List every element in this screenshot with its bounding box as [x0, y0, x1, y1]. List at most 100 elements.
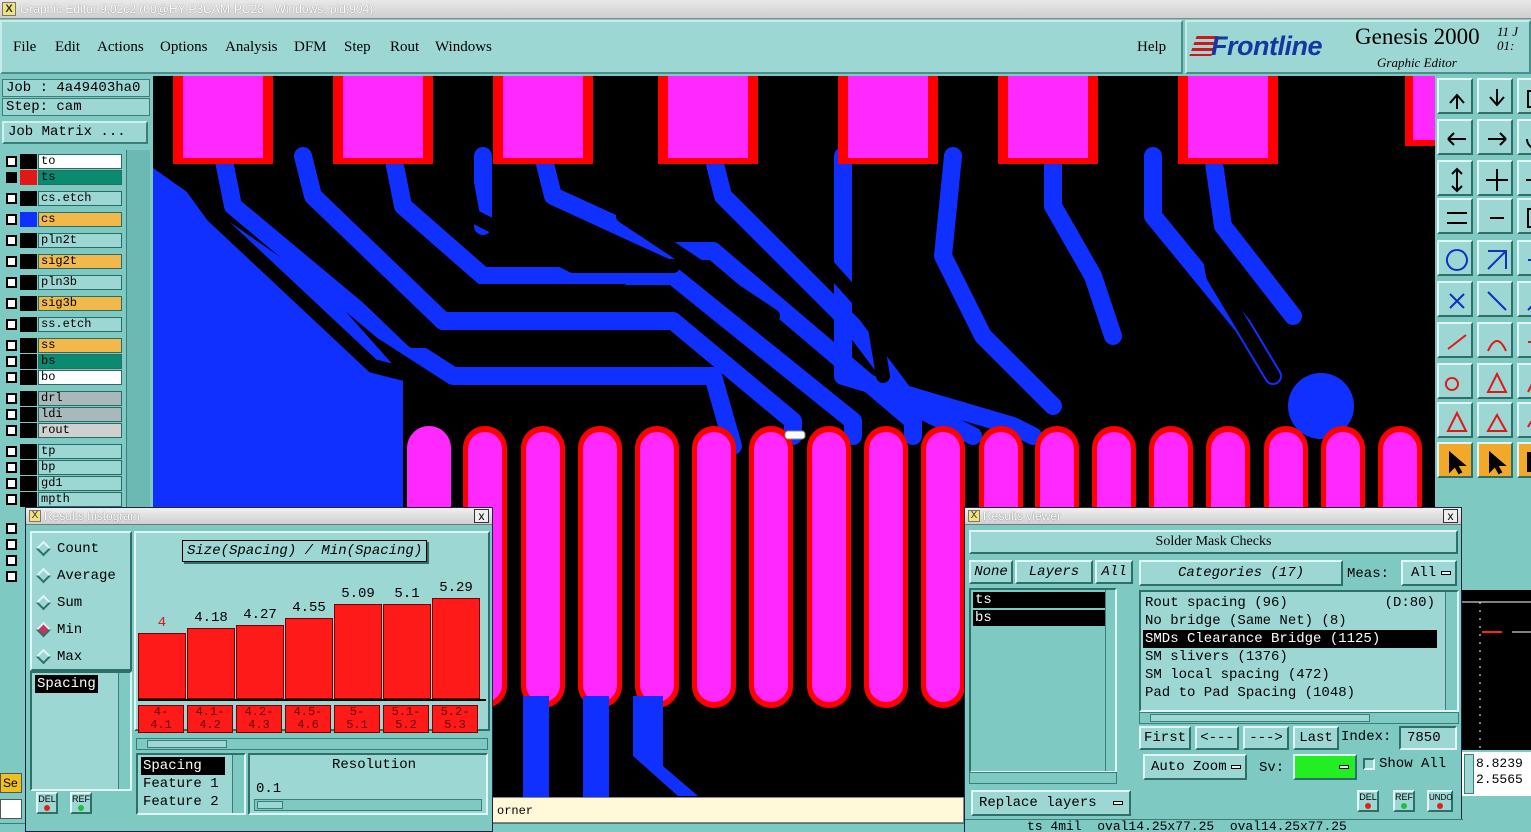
layer-color-swatch[interactable] [20, 275, 37, 290]
menu-windows[interactable]: Windows [435, 39, 492, 56]
layer-row-cs[interactable]: cs [4, 212, 122, 227]
layer-name[interactable]: ss [38, 338, 122, 353]
layer-checkbox[interactable] [6, 319, 17, 330]
layer-checkbox[interactable] [6, 340, 17, 351]
pan-right-icon[interactable] [1477, 119, 1513, 155]
feature-list[interactable]: Spacing Feature 1 Feature 2 [136, 753, 246, 815]
layer-name[interactable]: bp [38, 460, 122, 475]
snap-icon[interactable] [1477, 198, 1513, 234]
layer-row-sig2t[interactable]: sig2t [4, 254, 122, 269]
feature-item-1[interactable]: Feature 1 [143, 775, 219, 793]
category-item[interactable]: Pad to Pad Spacing (1048) [1143, 684, 1437, 702]
first-button[interactable]: First [1139, 726, 1191, 750]
pointer-icon[interactable] [1437, 442, 1473, 478]
all-button[interactable]: All [1095, 560, 1133, 584]
layer-name[interactable]: tp [38, 444, 122, 459]
layer-checkbox[interactable] [6, 523, 17, 534]
bin-label[interactable]: 5.2- 5.3 [432, 705, 478, 733]
fit-horizontal-icon[interactable] [1517, 160, 1531, 196]
index-input[interactable]: 7850 [1399, 726, 1457, 750]
histogram-bar[interactable] [138, 633, 186, 699]
layer-row-hidden[interactable] [4, 569, 24, 584]
layer-checkbox[interactable] [6, 356, 17, 367]
layer-row-to[interactable]: to [4, 154, 122, 169]
layer-row-bs[interactable]: bs [4, 354, 122, 369]
layer-name[interactable]: ts [38, 170, 122, 185]
layer-checkbox[interactable] [6, 409, 17, 420]
net-icon[interactable] [1437, 281, 1473, 317]
property-item-spacing[interactable]: Spacing [35, 675, 98, 693]
layer-color-swatch[interactable] [20, 370, 37, 385]
layer-color-swatch[interactable] [20, 254, 37, 269]
layer-row-bp[interactable]: bp [4, 460, 122, 475]
layer-color-swatch[interactable] [20, 317, 37, 332]
line-icon[interactable] [1437, 322, 1473, 358]
histogram-bar[interactable] [334, 604, 382, 699]
layer-color-swatch[interactable] [20, 354, 37, 369]
layer-name[interactable]: cs.etch [38, 191, 122, 206]
replace-layers-button[interactable]: Replace layers [971, 790, 1131, 816]
layer-checkbox[interactable] [6, 555, 17, 566]
prev-button[interactable]: <--- [1195, 726, 1239, 750]
layer-name[interactable]: pln2t [38, 233, 122, 248]
auto-zoom-dropdown[interactable]: Auto Zoom [1143, 754, 1247, 780]
fit-vertical-icon[interactable] [1437, 160, 1473, 196]
layer-list-hscroll[interactable] [969, 772, 1117, 784]
zoom-home2-icon[interactable] [1477, 78, 1513, 114]
layer-checkbox[interactable] [6, 298, 17, 309]
layer-row-hidden[interactable] [4, 537, 24, 552]
mode-average[interactable]: Average [35, 567, 116, 584]
feature-item-2[interactable]: Feature 2 [143, 793, 219, 811]
sv-dropdown[interactable] [1293, 754, 1357, 780]
surface-icon[interactable] [1477, 240, 1513, 276]
meas-dropdown[interactable]: All [1401, 560, 1457, 586]
contour-icon[interactable] [1517, 240, 1531, 276]
menu-step[interactable]: Step [344, 39, 371, 56]
ref-button[interactable]: REF [1393, 790, 1415, 812]
layer-color-swatch[interactable] [20, 492, 37, 507]
menu-rout[interactable]: Rout [390, 39, 419, 56]
menu-edit[interactable]: Edit [55, 39, 80, 56]
layer-color-swatch[interactable] [20, 338, 37, 353]
histogram-bar[interactable] [187, 628, 235, 699]
layer-name[interactable]: bs [38, 354, 122, 369]
mode-count[interactable]: Count [35, 540, 99, 557]
bin-label[interactable]: 4.5- 4.6 [285, 705, 331, 733]
close-icon[interactable]: x [1443, 509, 1458, 523]
layers-button[interactable]: Layers [1015, 560, 1093, 584]
menu-file[interactable]: File [13, 39, 36, 56]
menu-help[interactable]: Help [1137, 39, 1166, 56]
job-matrix-button[interactable]: Job Matrix ... [2, 121, 148, 144]
layer-row-rout[interactable]: rout [4, 423, 122, 438]
layer-row-bo[interactable]: bo [4, 370, 122, 385]
layer-checkbox[interactable] [6, 193, 17, 204]
histogram-bar[interactable] [432, 598, 480, 699]
layer-row-hidden[interactable] [4, 521, 24, 536]
menu-analysis[interactable]: Analysis [225, 39, 278, 56]
layer-row-sig3b[interactable]: sig3b [4, 296, 122, 311]
layer-name[interactable]: to [38, 154, 122, 169]
del-button[interactable]: DEL [1357, 790, 1379, 812]
layer-checkbox[interactable] [6, 446, 17, 457]
layer-name[interactable]: gd1 [38, 476, 122, 491]
layer-results-list[interactable]: ts bs [969, 588, 1117, 773]
layer-checkbox[interactable] [6, 156, 17, 167]
zoom-home-icon[interactable] [1437, 78, 1473, 114]
bin-label[interactable]: 5- 5.1 [334, 705, 380, 733]
category-item[interactable]: SM local spacing (472) [1143, 666, 1437, 684]
show-all-checkbox[interactable] [1363, 758, 1375, 770]
via-icon[interactable] [1437, 363, 1473, 399]
fit-all-icon[interactable] [1477, 160, 1513, 196]
category-item[interactable]: SM slivers (1376) [1143, 648, 1437, 666]
layer-checkbox[interactable] [6, 478, 17, 489]
bin-label[interactable]: 4- 4.1 [138, 705, 184, 733]
layer-color-swatch[interactable] [20, 407, 37, 422]
mode-sum[interactable]: Sum [35, 594, 82, 611]
layer-row-pln2t[interactable]: pln2t [4, 233, 122, 248]
layer-name[interactable]: cs [38, 212, 122, 227]
layer-color-swatch[interactable] [20, 233, 37, 248]
layer-row-hidden[interactable] [4, 553, 24, 568]
feature-item-spacing[interactable]: Spacing [141, 757, 225, 775]
layer-color-swatch[interactable] [20, 444, 37, 459]
category-list[interactable]: Rout spacing (96) (D:80) No bridge (Same N… [1139, 590, 1459, 712]
